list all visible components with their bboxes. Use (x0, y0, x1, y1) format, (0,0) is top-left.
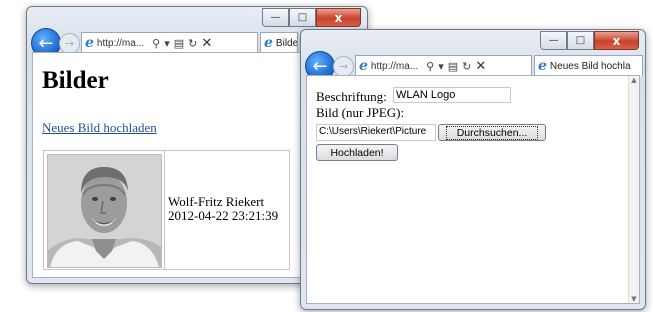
vertical-scrollbar[interactable]: ▲ ▼ (628, 76, 639, 303)
portrait-photo (47, 154, 162, 268)
dropdown-icon[interactable]: ▾ (436, 60, 446, 73)
ie-logo-icon: e (85, 35, 94, 51)
forward-button[interactable]: → (59, 33, 80, 54)
address-text: http://ma... (370, 60, 419, 72)
caption-input[interactable]: WLAN Logo (393, 87, 511, 103)
browser-window-upload: — □ x ← → e http://ma... ⚲ ▾ ▤ ↻ ✕ e Neu… (300, 29, 646, 310)
ie-logo-icon: e (264, 35, 273, 51)
refresh-icon[interactable]: ↻ (186, 37, 199, 50)
stop-icon[interactable]: ✕ (473, 59, 488, 74)
browse-button-label: Durchsuchen... (445, 125, 539, 140)
scroll-up-icon[interactable]: ▲ (631, 76, 636, 84)
image-label: Bild (nur JPEG): (316, 105, 405, 120)
compatibility-icon[interactable]: ▤ (172, 37, 186, 50)
browse-button[interactable]: Durchsuchen... (438, 124, 546, 141)
address-bar[interactable]: e http://ma... ⚲ ▾ ▤ ↻ ✕ (355, 55, 532, 77)
address-text: http://ma... (96, 37, 145, 49)
ie-logo-icon: e (538, 58, 547, 74)
dropdown-icon[interactable]: ▾ (162, 37, 172, 50)
table-cell-divider (164, 151, 165, 269)
tab-label: Neues Bild hochla (549, 60, 631, 72)
ie-logo-icon: e (359, 58, 368, 74)
forward-button[interactable]: → (333, 56, 354, 77)
compatibility-icon[interactable]: ▤ (446, 60, 460, 73)
upload-button[interactable]: Hochladen! (316, 144, 398, 161)
file-path-field[interactable]: C:\Users\Riekert\Picture (316, 124, 436, 141)
tab-upload[interactable]: e Neues Bild hochla (534, 55, 643, 76)
stop-icon[interactable]: ✕ (199, 36, 214, 51)
image-timestamp: 2012-04-22 23:21:39 (168, 208, 279, 223)
upload-new-image-link[interactable]: Neues Bild hochladen (42, 120, 157, 136)
page-title: Bilder (42, 67, 109, 94)
page-content: Beschriftung: WLAN Logo Bild (nur JPEG):… (306, 75, 640, 304)
scroll-down-icon[interactable]: ▼ (631, 295, 636, 303)
refresh-icon[interactable]: ↻ (460, 60, 473, 73)
search-icon[interactable]: ⚲ (150, 37, 162, 50)
caption-label: Beschriftung: (316, 89, 387, 104)
search-icon[interactable]: ⚲ (424, 60, 436, 73)
address-bar[interactable]: e http://ma... ⚲ ▾ ▤ ↻ ✕ (81, 32, 258, 54)
tab-label: Bilde (275, 37, 298, 49)
tab-gallery[interactable]: e Bilde (260, 32, 298, 53)
image-table: Wolf-Fritz Riekert 2012-04-22 23:21:39 (43, 150, 290, 270)
